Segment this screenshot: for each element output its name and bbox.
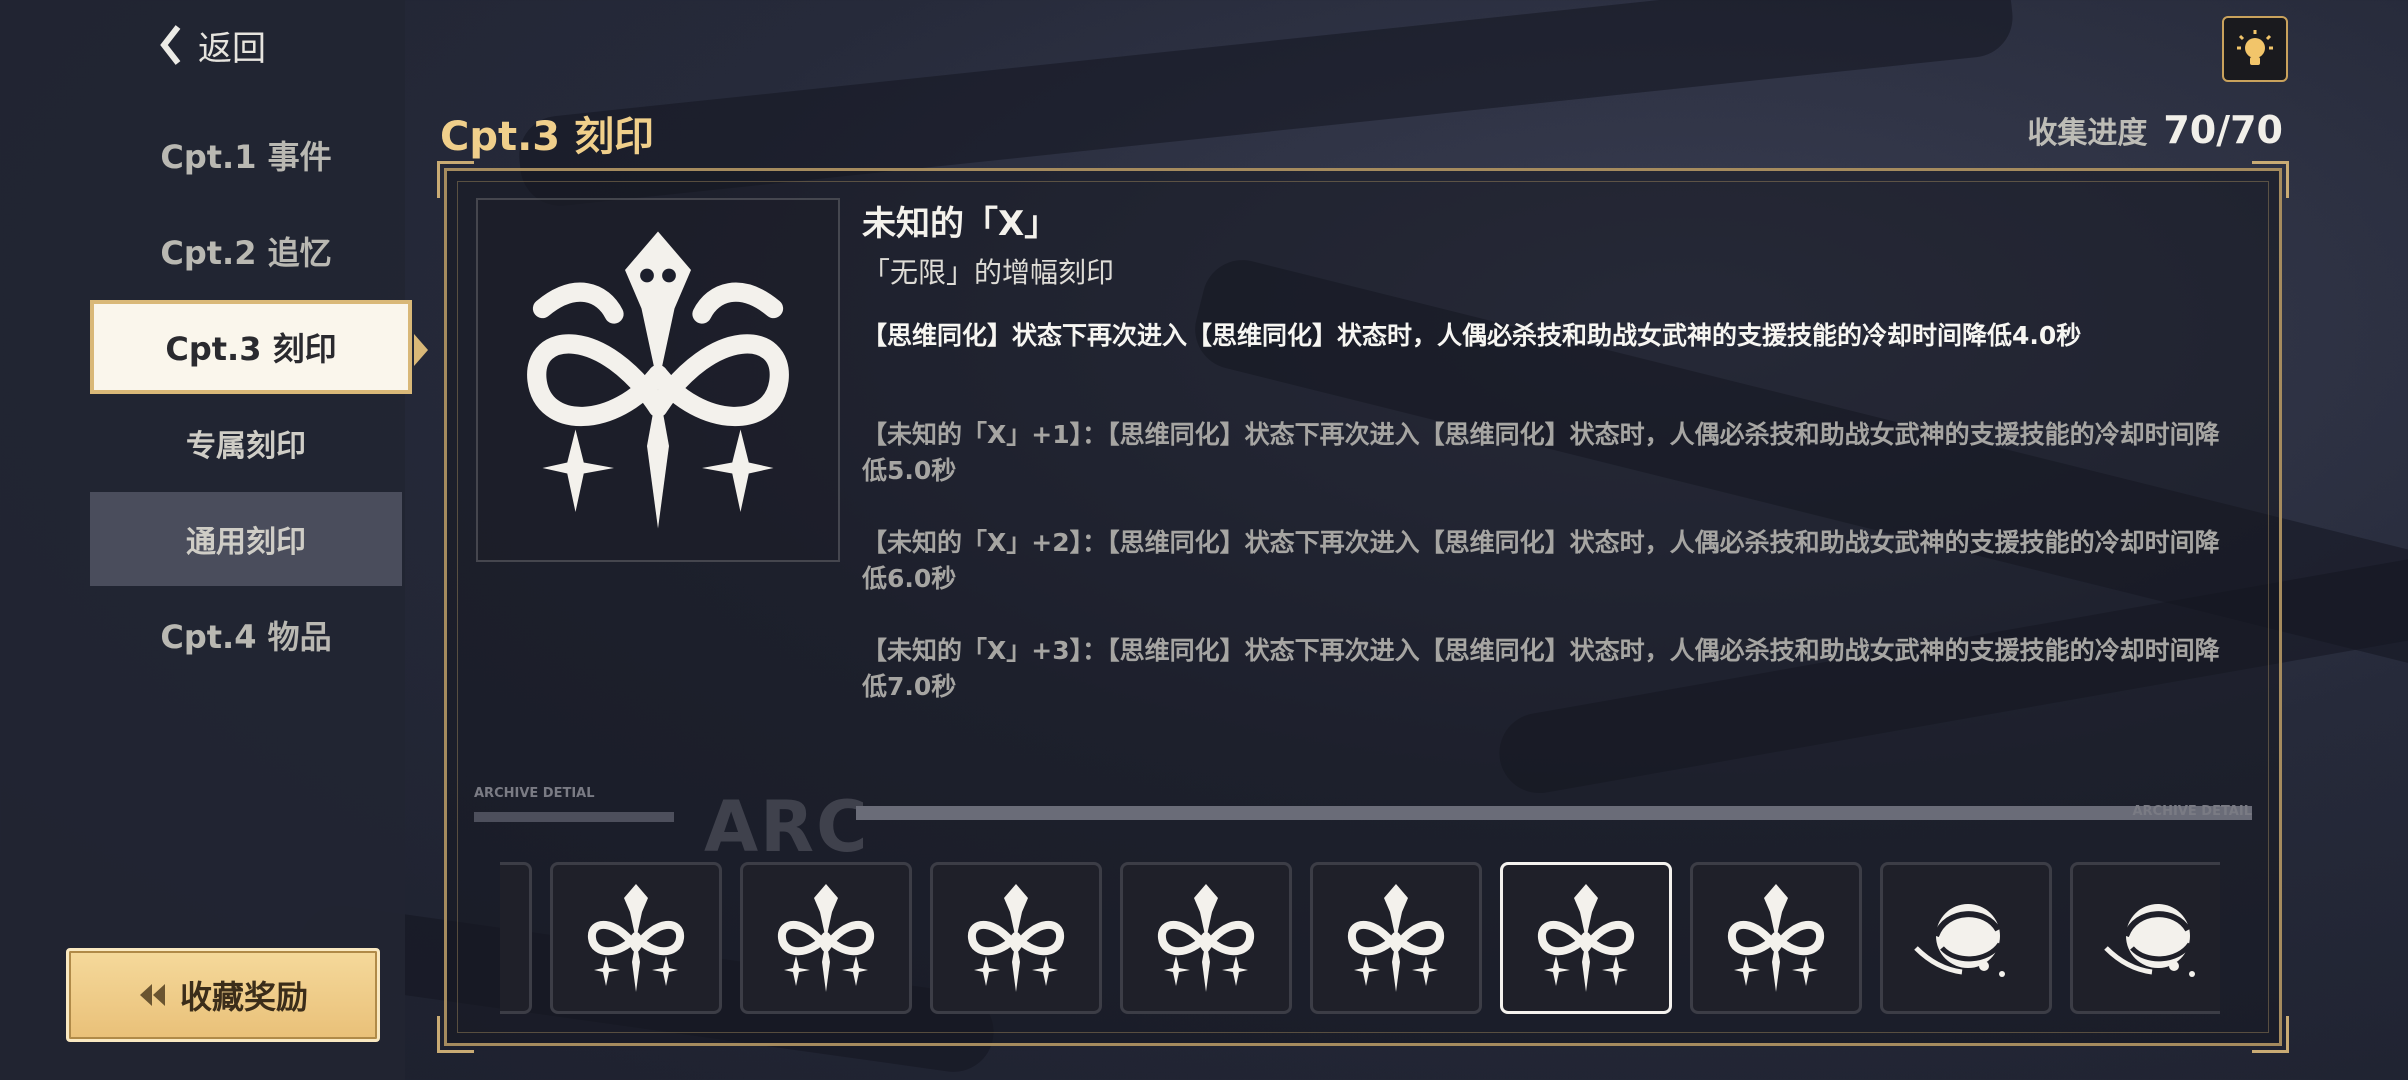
sidebar-item-general-imprint[interactable]: 通用刻印 [90, 492, 402, 586]
imprint-thumbnail[interactable] [1880, 862, 2052, 1014]
back-button[interactable]: 返回 [158, 20, 266, 70]
imprint-type: 「无限」的增幅刻印 [862, 256, 1115, 289]
sidebar-item-cpt1[interactable]: Cpt.1 事件 [90, 108, 402, 202]
imprint-thumbnail[interactable] [1120, 862, 1292, 1014]
serpent-emblem-icon [1146, 878, 1266, 998]
collection-progress: 收集进度 70/70 [2027, 108, 2283, 152]
sidebar-item-label: Cpt.4 物品 [160, 618, 332, 656]
imprint-thumbnail[interactable] [740, 862, 912, 1014]
frame-corner [437, 1016, 474, 1053]
archive-watermark: ARC [704, 786, 870, 868]
swirl-emblem-icon [1906, 878, 2026, 998]
imprint-thumbnail-strip[interactable] [500, 860, 2220, 1016]
frame-corner [437, 161, 474, 198]
imprint-thumbnail[interactable] [1690, 862, 1862, 1014]
sidebar-item-exclusive-imprint[interactable]: 专属刻印 [90, 396, 402, 490]
imprint-name: 未知的「X」 [862, 204, 1059, 244]
imprint-thumbnail[interactable] [500, 862, 532, 1014]
chevron-left-icon [160, 25, 181, 65]
hint-button[interactable] [2222, 16, 2288, 82]
frame-corner [2252, 161, 2289, 198]
archive-label-left: ARCHIVE DETIAL [474, 786, 595, 801]
sidebar-item-label: 专属刻印 [186, 429, 306, 464]
imprint-thumbnail[interactable] [550, 862, 722, 1014]
serpent-emblem-icon [956, 878, 1076, 998]
serpent-emblem-icon [527, 231, 789, 529]
page-title: Cpt.3 刻印 [440, 114, 655, 160]
imprint-upgrade-2: 【未知的「X」+2】：【思维同化】状态下再次进入【思维同化】状态时，人偶必杀技和… [862, 528, 2220, 593]
serpent-emblem-icon [766, 878, 886, 998]
imprint-upgrade-3: 【未知的「X」+3】：【思维同化】状态下再次进入【思维同化】状态时，人偶必杀技和… [862, 636, 2220, 701]
imprint-thumbnail[interactable] [1310, 862, 1482, 1014]
serpent-emblem-icon [1336, 878, 1456, 998]
serpent-emblem-icon [576, 878, 696, 998]
sidebar-item-label: 通用刻印 [186, 525, 306, 560]
imprint-thumbnail-selected[interactable] [1500, 862, 1672, 1014]
collection-reward-button[interactable]: 收藏奖励 [66, 948, 380, 1042]
back-label: 返回 [198, 28, 266, 69]
lightbulb-icon [2237, 30, 2273, 65]
archive-label-right: ARCHIVE DETAIL [2132, 804, 2252, 819]
progress-value: 70/70 [2163, 108, 2283, 152]
sidebar-item-cpt2[interactable]: Cpt.2 追忆 [90, 204, 402, 298]
progress-label: 收集进度 [2027, 116, 2148, 151]
sidebar: 返回 Cpt.1 事件 Cpt.2 追忆 Cpt.3 刻印 专属刻印 通用刻印 … [0, 0, 428, 1080]
divider-line [856, 806, 2252, 820]
serpent-emblem-icon [1526, 878, 1646, 998]
imprint-thumbnail[interactable] [2070, 862, 2220, 1014]
imprint-thumbnail[interactable] [930, 862, 1102, 1014]
sidebar-item-label: Cpt.2 追忆 [160, 234, 332, 272]
imprint-icon-box [476, 198, 840, 562]
imprint-detail: 未知的「X」 「无限」的增幅刻印 【思维同化】状态下再次进入【思维同化】状态时，… [862, 196, 2222, 705]
divider-line [474, 812, 674, 822]
frame-corner [2252, 1016, 2289, 1053]
imprint-description: 【思维同化】状态下再次进入【思维同化】状态时，人偶必杀技和助战女武神的支援技能的… [862, 321, 2082, 350]
reward-button-label: 收藏奖励 [179, 978, 308, 1016]
sidebar-item-label: Cpt.3 刻印 [165, 330, 337, 368]
sidebar-item-cpt3[interactable]: Cpt.3 刻印 [90, 300, 428, 394]
imprint-upgrade-1: 【未知的「X」+1】：【思维同化】状态下再次进入【思维同化】状态时，人偶必杀技和… [862, 420, 2220, 485]
swirl-emblem-icon [2096, 878, 2216, 998]
serpent-emblem-icon [1716, 878, 1836, 998]
double-chevron-left-icon [139, 984, 165, 1006]
sidebar-item-label: Cpt.1 事件 [160, 138, 332, 176]
archive-divider: ARCHIVE DETIAL ARC ARCHIVE DETAIL [474, 786, 2252, 868]
sidebar-item-cpt4[interactable]: Cpt.4 物品 [90, 588, 402, 682]
